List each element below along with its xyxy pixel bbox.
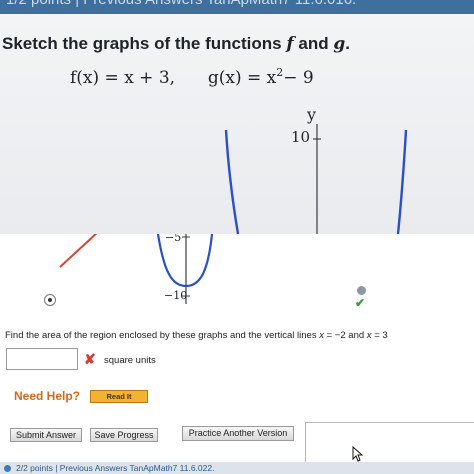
- graph-lower-svg: [59, 234, 214, 304]
- question-eq2: = 3: [374, 330, 388, 341]
- header-text: 1/2 points | Previous Answers TanApMath7…: [6, 0, 356, 8]
- parabola-left-branch: [224, 129, 240, 234]
- question-and: and: [348, 330, 365, 341]
- check-icon: ✔: [355, 296, 366, 310]
- parabola-right-branch: [396, 129, 408, 234]
- question-eq1: = −2: [326, 330, 346, 341]
- graph-option-radio-selected[interactable]: [44, 294, 56, 306]
- question-text: Find the area of the region enclosed by …: [5, 330, 317, 341]
- side-panel-box: [305, 422, 474, 463]
- practice-another-version-button[interactable]: Practice Another Version: [182, 426, 294, 441]
- need-help-label: Need Help?: [14, 389, 81, 403]
- next-question-header: 2/2 points | Previous Answers TanApMath7…: [0, 462, 474, 474]
- next-header-text: 2/2 points | Previous Answers TanApMath7…: [16, 463, 215, 473]
- graph-upper-svg: [224, 124, 408, 234]
- problem-panel: Sketch the graphs of the functions f and…: [0, 14, 474, 234]
- mouse-cursor-icon: [352, 446, 364, 462]
- y-tick-minus5: −5: [165, 234, 182, 244]
- graph-option-radio[interactable]: [357, 286, 366, 295]
- y-tick-minus10: −10: [164, 289, 188, 302]
- line-f-graph: [59, 234, 98, 268]
- read-it-button[interactable]: Read It: [90, 390, 148, 403]
- save-progress-button[interactable]: Save Progress: [90, 428, 158, 442]
- area-question: Find the area of the region enclosed by …: [5, 330, 388, 341]
- area-answer-input[interactable]: [6, 348, 78, 370]
- status-dot-icon: [4, 465, 11, 472]
- question-x2: x: [366, 330, 372, 341]
- units-label: square units: [104, 355, 156, 366]
- submit-answer-button[interactable]: Submit Answer: [10, 428, 82, 442]
- previous-question-header: 1/2 points | Previous Answers TanApMath7…: [0, 0, 474, 14]
- answer-panel: −5 −10 ✔ Find the area of the region enc…: [0, 234, 474, 474]
- x-mark-icon: ✘: [84, 351, 96, 367]
- question-x1: x: [319, 330, 324, 341]
